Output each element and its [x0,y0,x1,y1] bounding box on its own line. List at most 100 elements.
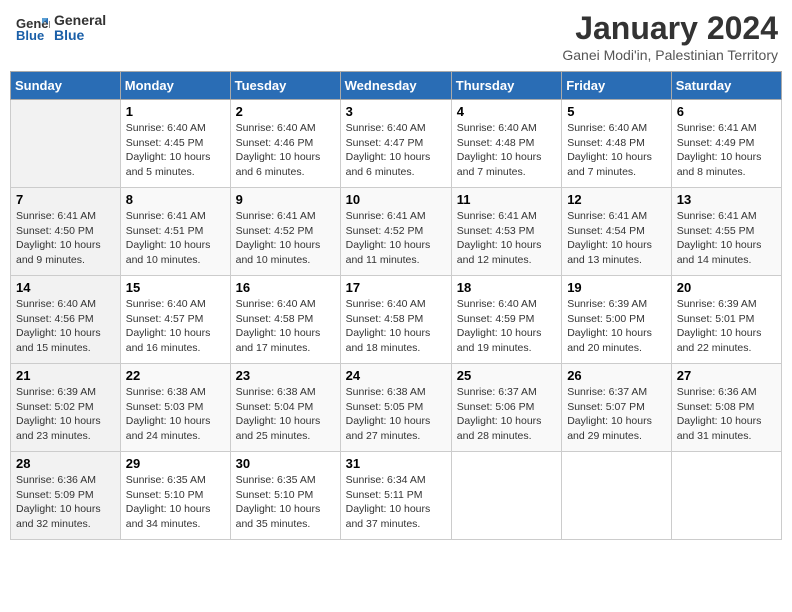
day-number: 18 [457,280,556,295]
day-number: 29 [126,456,225,471]
week-row-4: 21 Sunrise: 6:39 AMSunset: 5:02 PMDaylig… [11,364,782,452]
day-info: Sunrise: 6:40 AMSunset: 4:47 PMDaylight:… [346,121,446,180]
day-number: 17 [346,280,446,295]
day-info: Sunrise: 6:41 AMSunset: 4:53 PMDaylight:… [457,209,556,268]
day-number: 13 [677,192,776,207]
day-cell-w3-d3: 16 Sunrise: 6:40 AMSunset: 4:58 PMDaylig… [230,276,340,364]
col-thursday: Thursday [451,72,561,100]
day-cell-w1-d2: 1 Sunrise: 6:40 AMSunset: 4:45 PMDayligh… [120,100,230,188]
col-friday: Friday [562,72,672,100]
day-cell-w1-d5: 4 Sunrise: 6:40 AMSunset: 4:48 PMDayligh… [451,100,561,188]
day-number: 1 [126,104,225,119]
title-block: January 2024 Ganei Modi'in, Palestinian … [562,10,778,63]
day-number: 9 [236,192,335,207]
day-info: Sunrise: 6:40 AMSunset: 4:48 PMDaylight:… [567,121,666,180]
week-row-2: 7 Sunrise: 6:41 AMSunset: 4:50 PMDayligh… [11,188,782,276]
day-info: Sunrise: 6:41 AMSunset: 4:52 PMDaylight:… [346,209,446,268]
day-cell-w3-d7: 20 Sunrise: 6:39 AMSunset: 5:01 PMDaylig… [671,276,781,364]
day-number: 14 [16,280,115,295]
week-row-3: 14 Sunrise: 6:40 AMSunset: 4:56 PMDaylig… [11,276,782,364]
day-cell-w3-d1: 14 Sunrise: 6:40 AMSunset: 4:56 PMDaylig… [11,276,121,364]
day-number: 22 [126,368,225,383]
day-cell-w5-d2: 29 Sunrise: 6:35 AMSunset: 5:10 PMDaylig… [120,452,230,540]
day-cell-w1-d7: 6 Sunrise: 6:41 AMSunset: 4:49 PMDayligh… [671,100,781,188]
week-row-1: 1 Sunrise: 6:40 AMSunset: 4:45 PMDayligh… [11,100,782,188]
day-info: Sunrise: 6:41 AMSunset: 4:50 PMDaylight:… [16,209,115,268]
day-cell-w4-d1: 21 Sunrise: 6:39 AMSunset: 5:02 PMDaylig… [11,364,121,452]
day-cell-w5-d3: 30 Sunrise: 6:35 AMSunset: 5:10 PMDaylig… [230,452,340,540]
day-number: 11 [457,192,556,207]
day-info: Sunrise: 6:39 AMSunset: 5:01 PMDaylight:… [677,297,776,356]
day-info: Sunrise: 6:36 AMSunset: 5:08 PMDaylight:… [677,385,776,444]
logo-blue: Blue [54,28,106,43]
svg-text:Blue: Blue [16,28,44,43]
day-number: 26 [567,368,666,383]
day-info: Sunrise: 6:39 AMSunset: 5:00 PMDaylight:… [567,297,666,356]
day-number: 7 [16,192,115,207]
day-info: Sunrise: 6:34 AMSunset: 5:11 PMDaylight:… [346,473,446,532]
day-cell-w3-d6: 19 Sunrise: 6:39 AMSunset: 5:00 PMDaylig… [562,276,672,364]
day-cell-w2-d6: 12 Sunrise: 6:41 AMSunset: 4:54 PMDaylig… [562,188,672,276]
day-cell-w2-d2: 8 Sunrise: 6:41 AMSunset: 4:51 PMDayligh… [120,188,230,276]
day-number: 31 [346,456,446,471]
day-info: Sunrise: 6:41 AMSunset: 4:49 PMDaylight:… [677,121,776,180]
day-number: 21 [16,368,115,383]
week-row-5: 28 Sunrise: 6:36 AMSunset: 5:09 PMDaylig… [11,452,782,540]
col-monday: Monday [120,72,230,100]
day-cell-w2-d4: 10 Sunrise: 6:41 AMSunset: 4:52 PMDaylig… [340,188,451,276]
day-cell-w5-d4: 31 Sunrise: 6:34 AMSunset: 5:11 PMDaylig… [340,452,451,540]
day-number: 3 [346,104,446,119]
day-number: 6 [677,104,776,119]
day-number: 27 [677,368,776,383]
day-cell-w5-d6 [562,452,672,540]
day-cell-w5-d1: 28 Sunrise: 6:36 AMSunset: 5:09 PMDaylig… [11,452,121,540]
page-header: General Blue General Blue January 2024 G… [10,10,782,63]
day-cell-w3-d5: 18 Sunrise: 6:40 AMSunset: 4:59 PMDaylig… [451,276,561,364]
day-cell-w2-d3: 9 Sunrise: 6:41 AMSunset: 4:52 PMDayligh… [230,188,340,276]
day-info: Sunrise: 6:40 AMSunset: 4:59 PMDaylight:… [457,297,556,356]
day-cell-w2-d7: 13 Sunrise: 6:41 AMSunset: 4:55 PMDaylig… [671,188,781,276]
day-cell-w5-d5 [451,452,561,540]
day-cell-w4-d4: 24 Sunrise: 6:38 AMSunset: 5:05 PMDaylig… [340,364,451,452]
col-sunday: Sunday [11,72,121,100]
day-info: Sunrise: 6:40 AMSunset: 4:56 PMDaylight:… [16,297,115,356]
day-info: Sunrise: 6:39 AMSunset: 5:02 PMDaylight:… [16,385,115,444]
day-number: 24 [346,368,446,383]
day-cell-w3-d4: 17 Sunrise: 6:40 AMSunset: 4:58 PMDaylig… [340,276,451,364]
col-wednesday: Wednesday [340,72,451,100]
day-info: Sunrise: 6:40 AMSunset: 4:58 PMDaylight:… [236,297,335,356]
day-cell-w1-d6: 5 Sunrise: 6:40 AMSunset: 4:48 PMDayligh… [562,100,672,188]
calendar-table: Sunday Monday Tuesday Wednesday Thursday… [10,71,782,540]
day-cell-w1-d1 [11,100,121,188]
day-info: Sunrise: 6:41 AMSunset: 4:52 PMDaylight:… [236,209,335,268]
logo-icon: General Blue [14,10,50,46]
day-info: Sunrise: 6:38 AMSunset: 5:04 PMDaylight:… [236,385,335,444]
day-cell-w2-d5: 11 Sunrise: 6:41 AMSunset: 4:53 PMDaylig… [451,188,561,276]
day-number: 25 [457,368,556,383]
col-tuesday: Tuesday [230,72,340,100]
logo: General Blue General Blue [14,10,106,46]
day-number: 20 [677,280,776,295]
day-info: Sunrise: 6:35 AMSunset: 5:10 PMDaylight:… [126,473,225,532]
day-info: Sunrise: 6:40 AMSunset: 4:58 PMDaylight:… [346,297,446,356]
day-number: 23 [236,368,335,383]
logo-general: General [54,13,106,28]
day-info: Sunrise: 6:36 AMSunset: 5:09 PMDaylight:… [16,473,115,532]
day-number: 8 [126,192,225,207]
day-number: 10 [346,192,446,207]
calendar-subtitle: Ganei Modi'in, Palestinian Territory [562,47,778,63]
col-saturday: Saturday [671,72,781,100]
day-info: Sunrise: 6:40 AMSunset: 4:46 PMDaylight:… [236,121,335,180]
day-cell-w4-d7: 27 Sunrise: 6:36 AMSunset: 5:08 PMDaylig… [671,364,781,452]
day-number: 2 [236,104,335,119]
day-cell-w5-d7 [671,452,781,540]
day-number: 28 [16,456,115,471]
day-info: Sunrise: 6:38 AMSunset: 5:05 PMDaylight:… [346,385,446,444]
day-info: Sunrise: 6:40 AMSunset: 4:45 PMDaylight:… [126,121,225,180]
day-cell-w4-d6: 26 Sunrise: 6:37 AMSunset: 5:07 PMDaylig… [562,364,672,452]
day-cell-w4-d2: 22 Sunrise: 6:38 AMSunset: 5:03 PMDaylig… [120,364,230,452]
day-number: 4 [457,104,556,119]
day-info: Sunrise: 6:41 AMSunset: 4:54 PMDaylight:… [567,209,666,268]
day-info: Sunrise: 6:41 AMSunset: 4:55 PMDaylight:… [677,209,776,268]
day-number: 16 [236,280,335,295]
